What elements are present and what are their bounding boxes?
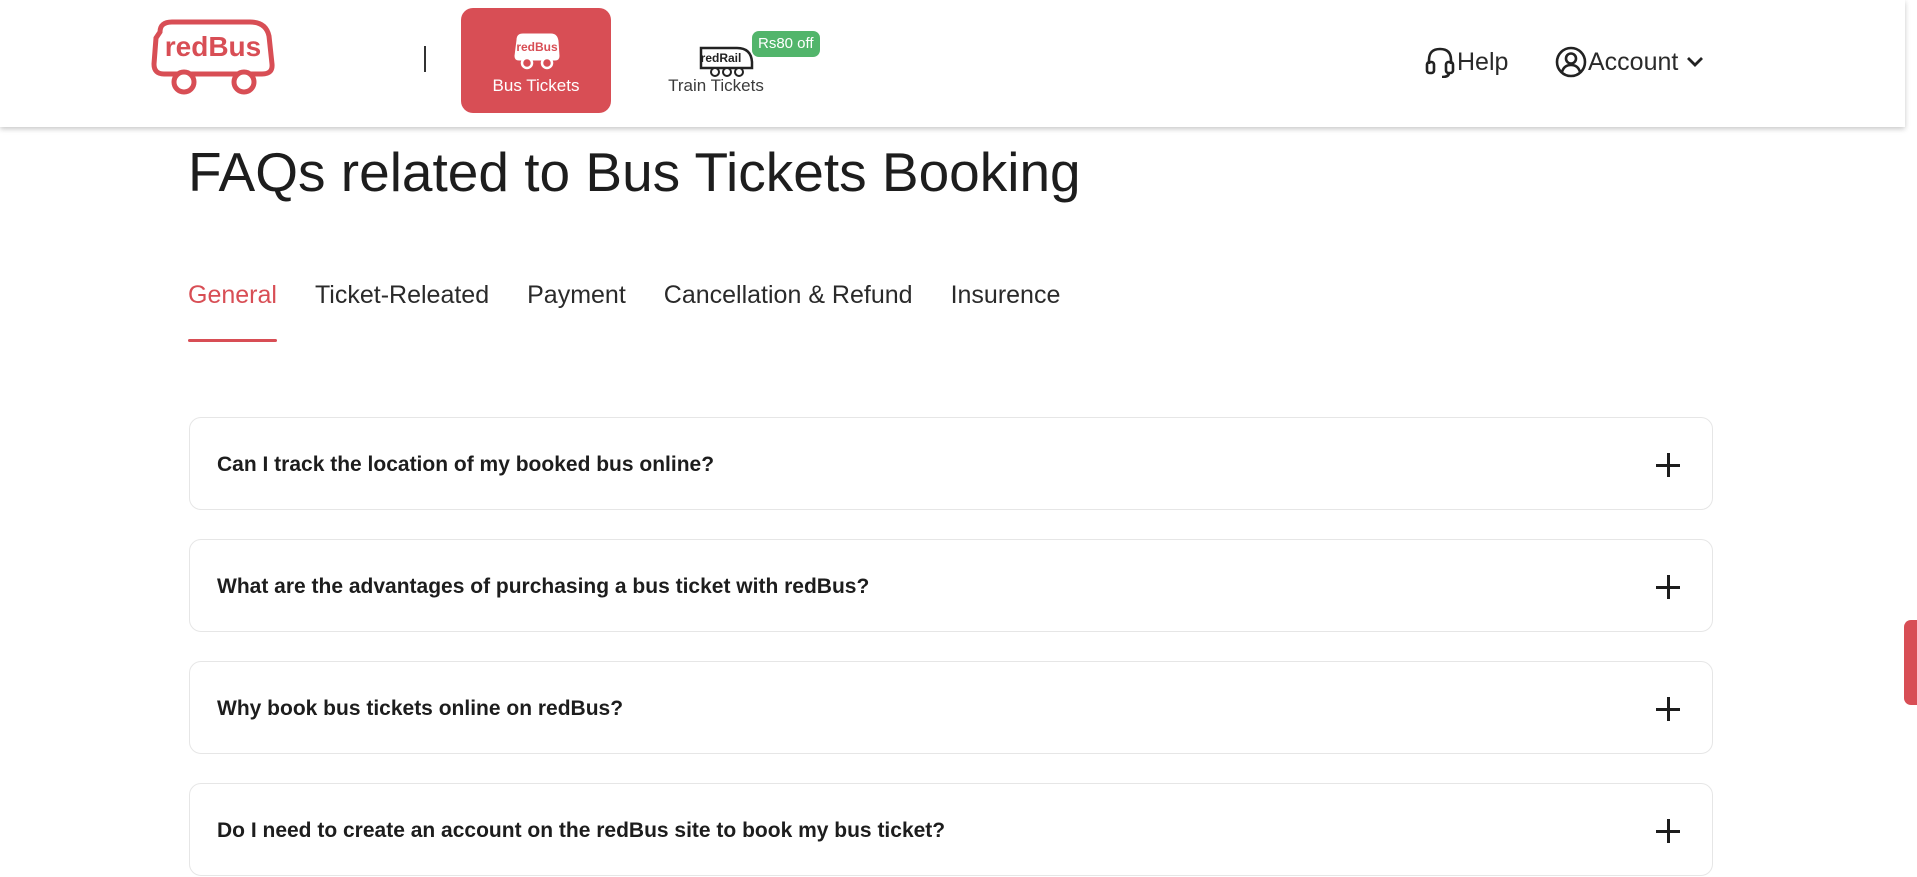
- faq-question: Do I need to create an account on the re…: [217, 819, 946, 842]
- nav-bus-tickets-label: Bus Tickets: [492, 76, 580, 95]
- faq-question: What are the advantages of purchasing a …: [217, 575, 870, 598]
- expand-plus-icon[interactable]: [1656, 575, 1680, 599]
- redbus-logo[interactable]: redBus: [150, 18, 276, 96]
- tab-payment[interactable]: Payment: [527, 280, 626, 342]
- help-label: Help: [1457, 47, 1509, 76]
- tab-ticket-related[interactable]: Ticket-Releated: [315, 280, 489, 342]
- faq-item[interactable]: Why book bus tickets online on redBus?: [189, 661, 1713, 754]
- top-header: redBus redBus Bus Tickets redRail Train …: [0, 0, 1905, 127]
- tab-cancellation-refund[interactable]: Cancellation & Refund: [664, 280, 913, 342]
- train-offer-badge: Rs80 off: [752, 31, 820, 57]
- help-link[interactable]: Help: [1425, 44, 1508, 80]
- user-circle-icon: [1555, 46, 1587, 78]
- faq-tabs: General Ticket-Releated Payment Cancella…: [188, 280, 1098, 342]
- chevron-down-icon: [1687, 57, 1704, 67]
- tab-insurance[interactable]: Insurence: [951, 280, 1061, 342]
- bus-icon: redBus: [514, 33, 560, 70]
- nav-train-tickets-label: Train Tickets: [668, 76, 764, 95]
- expand-plus-icon[interactable]: [1656, 819, 1680, 843]
- expand-plus-icon[interactable]: [1656, 453, 1680, 477]
- account-label: Account: [1588, 47, 1679, 76]
- expand-plus-icon[interactable]: [1656, 697, 1680, 721]
- scrollbar-thumb[interactable]: [1904, 620, 1917, 705]
- nav-bus-tickets[interactable]: redBus Bus Tickets: [461, 8, 611, 113]
- faq-item[interactable]: What are the advantages of purchasing a …: [189, 539, 1713, 632]
- headset-icon: [1425, 47, 1455, 78]
- faq-question: Why book bus tickets online on redBus?: [217, 697, 624, 720]
- faq-item[interactable]: Can I track the location of my booked bu…: [189, 417, 1713, 510]
- train-icon-text: redRail: [701, 51, 742, 65]
- account-menu[interactable]: Account: [1555, 44, 1704, 80]
- tab-general[interactable]: General: [188, 280, 277, 342]
- faq-item[interactable]: Do I need to create an account on the re…: [189, 783, 1713, 876]
- nav-divider: [424, 46, 426, 72]
- page-title: FAQs related to Bus Tickets Booking: [188, 141, 1081, 203]
- logo-text: redBus: [165, 31, 261, 62]
- faq-question: Can I track the location of my booked bu…: [217, 453, 715, 476]
- train-icon: redRail: [699, 46, 754, 77]
- bus-icon-text: redBus: [516, 40, 558, 54]
